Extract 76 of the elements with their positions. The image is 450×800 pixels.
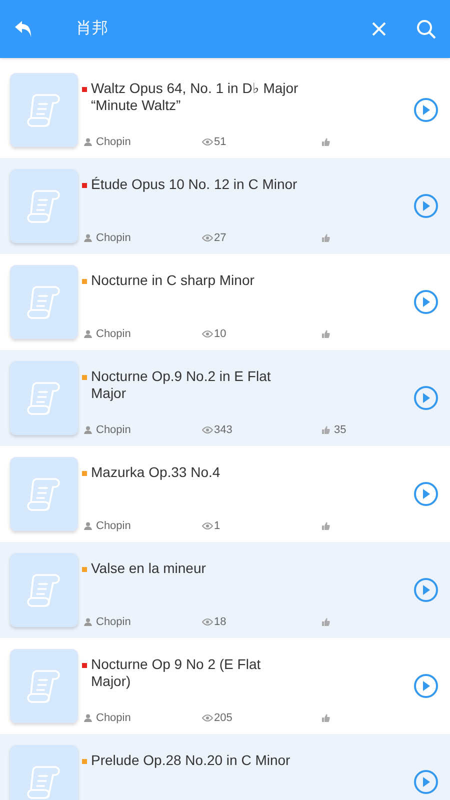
author-name: Chopin — [96, 518, 131, 534]
view-count: 10 — [214, 326, 226, 342]
piece-title: Mazurka Op.33 No.4 — [91, 464, 222, 481]
piece-title: Prelude Op.28 No.20 in C Minor — [91, 752, 292, 769]
person-icon — [84, 618, 92, 626]
person-icon — [84, 714, 92, 722]
play-icon — [422, 681, 430, 691]
piece-row[interactable]: Prelude Op.28 No.20 in C Minor — [0, 734, 450, 800]
eye-icon — [202, 714, 213, 722]
author-name: Chopin — [96, 230, 131, 246]
page-title: 肖邦 — [76, 18, 109, 39]
like-count: 35 — [334, 422, 346, 438]
eye-icon — [202, 522, 213, 530]
scroll-icon — [27, 380, 61, 416]
play-icon — [422, 201, 430, 211]
person-icon — [84, 522, 92, 530]
view-count: 205 — [214, 710, 232, 726]
eye-icon — [202, 330, 213, 338]
thumbs-up-icon[interactable] — [322, 330, 330, 338]
thumbs-up-icon[interactable] — [322, 234, 330, 242]
view-count: 51 — [214, 134, 226, 150]
play-button[interactable] — [414, 674, 438, 698]
piece-title: Valse en la mineur — [91, 560, 207, 577]
piece-title: Nocturne in C sharp Minor — [91, 272, 256, 289]
thumbs-up-icon[interactable] — [322, 522, 330, 530]
play-icon — [422, 777, 430, 787]
view-count: 343 — [214, 422, 232, 438]
play-button[interactable] — [414, 194, 438, 218]
play-button[interactable] — [414, 482, 438, 506]
eye-icon — [202, 138, 213, 146]
view-count: 1 — [214, 518, 220, 534]
person-icon — [84, 234, 92, 242]
person-icon — [84, 426, 92, 434]
eye-icon — [202, 426, 213, 434]
play-button[interactable] — [414, 386, 438, 410]
person-icon — [84, 138, 92, 146]
piece-row[interactable]: Valse en la mineur Chopin 18 — [0, 542, 450, 638]
play-icon — [422, 297, 430, 307]
play-icon — [422, 105, 430, 115]
piece-row[interactable]: Étude Opus 10 No. 12 in C Minor Chopin 27 — [0, 158, 450, 254]
thumbs-up-icon[interactable] — [322, 426, 330, 434]
play-button[interactable] — [414, 98, 438, 122]
scroll-icon — [27, 188, 61, 224]
author-name: Chopin — [96, 710, 131, 726]
eye-icon — [202, 234, 213, 242]
thumbs-up-icon[interactable] — [322, 714, 330, 722]
person-icon — [84, 330, 92, 338]
scroll-icon — [27, 92, 61, 128]
piece-title: Nocturne Op 9 No 2 (E Flat Major) — [91, 656, 262, 690]
scroll-icon — [27, 764, 61, 800]
view-count: 27 — [214, 230, 226, 246]
view-count: 18 — [214, 614, 226, 630]
author-name: Chopin — [96, 326, 131, 342]
back-icon[interactable] — [14, 20, 34, 38]
scroll-icon — [27, 476, 61, 512]
piece-title: Waltz Opus 64, No. 1 in D♭ Major “Minute Waltz” — [91, 80, 300, 114]
thumbs-up-icon[interactable] — [322, 618, 330, 626]
search-icon[interactable] — [416, 19, 436, 39]
eye-icon — [202, 618, 213, 626]
play-button[interactable] — [414, 578, 438, 602]
play-icon — [422, 585, 430, 595]
scroll-icon — [27, 668, 61, 704]
piece-title: Nocturne Op.9 No.2 in E Flat Major — [91, 368, 272, 402]
author-name: Chopin — [96, 134, 131, 150]
scroll-icon — [27, 284, 61, 320]
close-icon[interactable] — [372, 22, 386, 36]
play-button[interactable] — [414, 290, 438, 314]
thumbs-up-icon[interactable] — [322, 138, 330, 146]
play-icon — [422, 393, 430, 403]
piece-row[interactable]: Nocturne Op.9 No.2 in E Flat Major Chopin 343 35 — [0, 350, 450, 446]
play-button[interactable] — [414, 770, 438, 794]
piece-title: Étude Opus 10 No. 12 in C Minor — [91, 176, 298, 193]
scroll-icon — [27, 572, 61, 608]
author-name: Chopin — [96, 422, 131, 438]
play-icon — [422, 489, 430, 499]
author-name: Chopin — [96, 614, 131, 630]
